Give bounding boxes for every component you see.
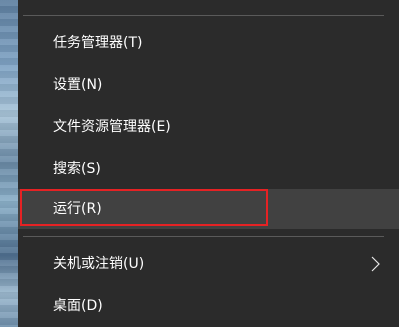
menu-separator [23, 15, 384, 16]
menu-item-desktop[interactable]: 桌面(D) [18, 286, 399, 326]
menu-item-run[interactable]: 运行(R) [18, 189, 399, 229]
menu-item-file-explorer[interactable]: 文件资源管理器(E) [18, 107, 399, 147]
chevron-right-icon [371, 244, 383, 284]
menu-item-search[interactable]: 搜索(S) [18, 149, 399, 189]
menu-item-label: 运行(R) [53, 201, 102, 217]
menu-item-label: 关机或注销(U) [53, 256, 145, 272]
menu-item-label: 桌面(D) [53, 298, 103, 314]
menu-item-label: 设置(N) [53, 77, 103, 93]
menu-separator [23, 236, 384, 237]
menu-item-shutdown-signout[interactable]: 关机或注销(U) [18, 244, 399, 284]
desktop-background [0, 0, 18, 327]
menu-item-label: 任务管理器(T) [53, 35, 143, 51]
menu-item-label: 搜索(S) [53, 161, 101, 177]
menu-item-label: 文件资源管理器(E) [53, 119, 171, 135]
menu-item-task-manager[interactable]: 任务管理器(T) [18, 23, 399, 63]
menu-item-settings[interactable]: 设置(N) [18, 65, 399, 105]
winx-context-menu: 任务管理器(T) 设置(N) 文件资源管理器(E) 搜索(S) 运行(R) 关机… [18, 0, 399, 327]
